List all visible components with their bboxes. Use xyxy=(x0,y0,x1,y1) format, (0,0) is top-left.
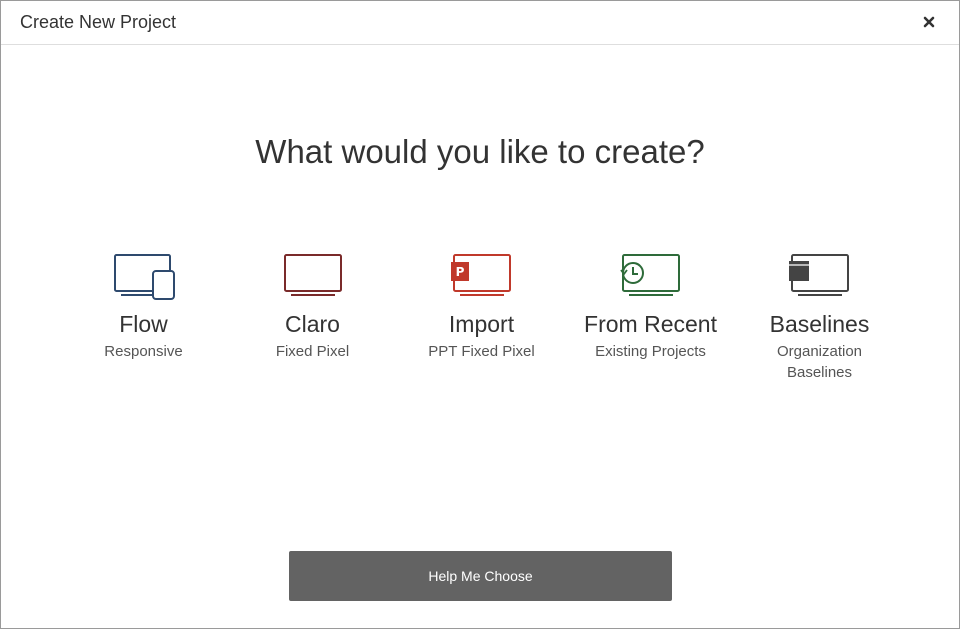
option-subtitle: PPT Fixed Pixel xyxy=(428,343,535,360)
responsive-devices-icon xyxy=(113,254,175,300)
option-from-recent[interactable]: From Recent Existing Projects xyxy=(566,253,735,383)
dialog-title: Create New Project xyxy=(20,12,177,32)
create-project-dialog: Create New Project What would you like t… xyxy=(0,0,960,629)
option-subtitle: Organization Baselines xyxy=(777,341,862,383)
monitor-icon xyxy=(283,254,342,296)
option-subtitle-line: Baselines xyxy=(786,364,853,381)
project-type-options: Flow Responsive Claro Fixed Pixel P Impo… xyxy=(59,253,904,383)
close-icon[interactable] xyxy=(921,14,937,30)
option-flow[interactable]: Flow Responsive xyxy=(59,253,228,383)
option-baselines[interactable]: Baselines Organization Baselines xyxy=(735,253,904,383)
option-subtitle: Existing Projects xyxy=(595,343,706,360)
option-import[interactable]: P Import PPT Fixed Pixel xyxy=(397,253,566,383)
option-title: Import xyxy=(448,311,515,337)
baseline-monitor-icon xyxy=(788,254,849,296)
option-title: From Recent xyxy=(584,311,717,337)
option-title: Claro xyxy=(285,311,340,337)
help-me-choose-button[interactable]: Help Me Choose xyxy=(289,551,672,601)
option-claro[interactable]: Claro Fixed Pixel xyxy=(228,253,397,383)
option-subtitle-line: Organization xyxy=(776,343,863,360)
dialog-header: Create New Project xyxy=(1,1,959,45)
svg-text:P: P xyxy=(455,265,464,279)
option-subtitle: Responsive xyxy=(104,343,183,360)
option-title: Flow xyxy=(119,311,168,337)
option-subtitle: Fixed Pixel xyxy=(275,343,350,360)
powerpoint-monitor-icon: P xyxy=(450,254,511,296)
history-monitor-icon xyxy=(619,254,680,296)
option-title: Baselines xyxy=(769,311,870,337)
page-heading: What would you like to create? xyxy=(255,133,705,170)
